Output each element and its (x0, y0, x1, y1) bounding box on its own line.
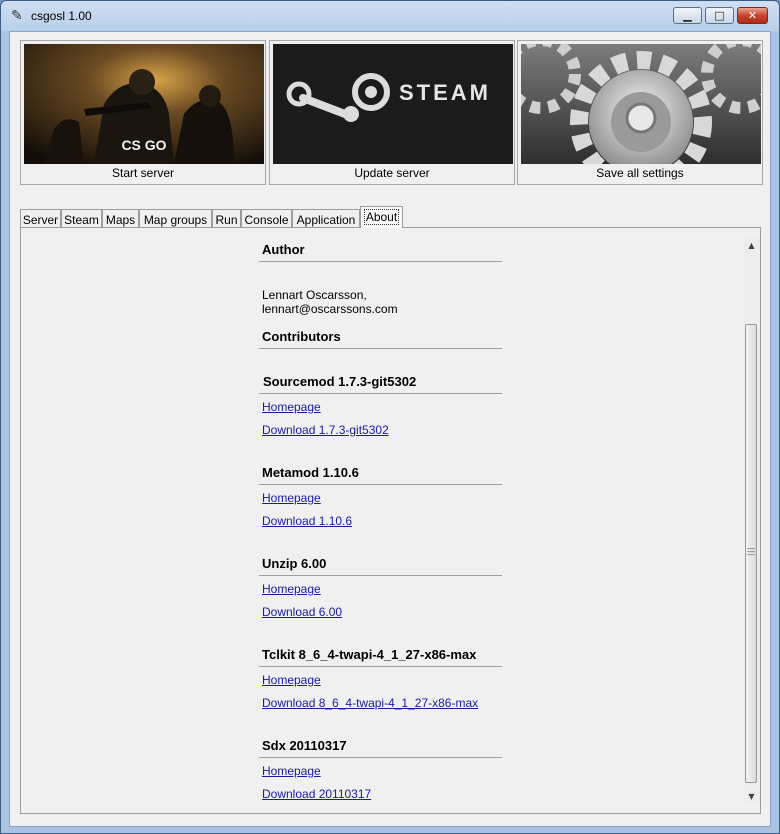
close-icon: ✕ (747, 9, 758, 22)
sdx-homepage-link[interactable]: Homepage (262, 764, 321, 778)
feather-icon: ✎ (11, 8, 23, 24)
start-server-button[interactable]: CS GO Start server (20, 40, 266, 185)
grip-icon: — — — (747, 544, 755, 559)
title-bar[interactable]: ✎ csgosl 1.00 ▁ □ ✕ (1, 1, 779, 31)
steam-logo-text: STEAM (399, 80, 491, 105)
tab-console-label: Console (244, 213, 289, 227)
tab-steam[interactable]: Steam (61, 209, 102, 227)
app-window: ✎ csgosl 1.00 ▁ □ ✕ CS GO Start server S… (0, 0, 780, 834)
tab-run[interactable]: Run (212, 209, 241, 227)
tab-steam-label: Steam (64, 213, 99, 227)
author-text: Lennart Oscarsson, lennart@oscarssons.co… (262, 288, 398, 316)
tab-console[interactable]: Console (241, 209, 292, 227)
sourcemod-divider (259, 393, 502, 394)
unzip-divider (259, 575, 502, 576)
update-server-label: Update server (354, 166, 430, 180)
tab-server-label: Server (22, 213, 59, 227)
minimize-button[interactable]: ▁ (673, 7, 702, 24)
tab-application[interactable]: Application (292, 209, 360, 227)
sourcemod-download-link[interactable]: Download 1.7.3-git5302 (262, 423, 389, 437)
metamod-download-link[interactable]: Download 1.10.6 (262, 514, 352, 528)
tclkit-divider (259, 666, 502, 667)
vertical-scrollbar[interactable]: ▲ — — — ▼ (743, 238, 760, 805)
about-panel: Author Lennart Oscarsson, lennart@oscars… (20, 227, 761, 814)
scrollbar-thumb[interactable]: — — — (745, 324, 757, 783)
tab-map-groups[interactable]: Map groups (139, 209, 212, 227)
tab-about-label: About (363, 209, 400, 225)
tab-maps-label: Maps (105, 213, 136, 227)
metamod-homepage-link[interactable]: Homepage (262, 491, 321, 505)
tab-maps[interactable]: Maps (102, 209, 139, 227)
steam-image: STEAM (273, 44, 513, 164)
tab-application-label: Application (296, 213, 356, 227)
start-server-label: Start server (111, 166, 174, 180)
window-title: csgosl 1.00 (31, 9, 92, 23)
tab-run-label: Run (215, 213, 238, 227)
maximize-icon: □ (714, 9, 725, 22)
scroll-down-icon: ▼ (748, 792, 755, 801)
sdx-divider (259, 757, 502, 758)
author-divider (259, 261, 502, 262)
close-button[interactable]: ✕ (737, 7, 768, 24)
tclkit-homepage-link[interactable]: Homepage (262, 673, 321, 687)
save-all-settings-label: Save all settings (596, 166, 684, 180)
csgo-image: CS GO (24, 44, 264, 164)
metamod-heading: Metamod 1.10.6 (262, 465, 359, 480)
minimize-icon: ▁ (683, 9, 692, 22)
tclkit-heading: Tclkit 8_6_4-twapi-4_1_27-x86-max (262, 647, 477, 662)
unzip-heading: Unzip 6.00 (262, 556, 327, 571)
client-area: CS GO Start server STEAM Update server S… (9, 31, 771, 827)
tab-map-groups-label: Map groups (143, 213, 208, 227)
unzip-homepage-link[interactable]: Homepage (262, 582, 321, 596)
sourcemod-homepage-link[interactable]: Homepage (262, 400, 321, 414)
save-all-settings-button[interactable]: Save all settings (517, 40, 763, 185)
tclkit-download-link[interactable]: Download 8_6_4-twapi-4_1_27-x86-max (262, 696, 478, 710)
metamod-divider (259, 484, 502, 485)
action-tiles: CS GO Start server STEAM Update server S… (20, 40, 764, 185)
contributors-heading: Contributors (262, 329, 341, 344)
csgo-logo-text: CS GO (121, 137, 166, 153)
contributors-divider (259, 348, 502, 349)
sdx-heading: Sdx 20110317 (262, 738, 347, 753)
author-heading: Author (262, 242, 305, 257)
unzip-download-link[interactable]: Download 6.00 (262, 605, 342, 619)
scroll-up-button[interactable]: ▲ (743, 238, 760, 254)
tab-about[interactable]: About (360, 206, 403, 228)
scroll-down-button[interactable]: ▼ (743, 789, 760, 805)
sdx-download-link[interactable]: Download 20110317 (262, 787, 371, 801)
update-server-button[interactable]: STEAM Update server (269, 40, 515, 185)
scroll-up-icon: ▲ (748, 241, 755, 250)
gears-image (521, 44, 761, 164)
sourcemod-heading: Sourcemod 1.7.3-git5302 (263, 374, 417, 389)
maximize-button[interactable]: □ (705, 7, 734, 24)
tab-server[interactable]: Server (20, 209, 61, 227)
